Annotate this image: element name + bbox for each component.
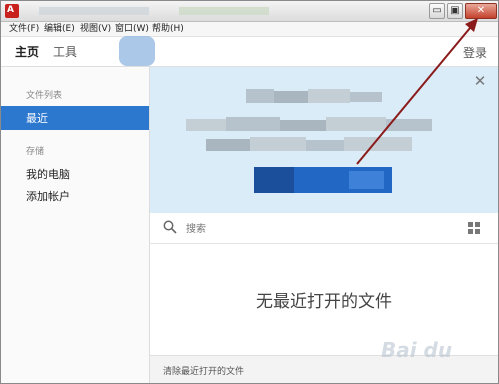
menu-edit[interactable]: 编辑(E) [44, 23, 75, 35]
search-input[interactable] [184, 219, 388, 239]
blurred-text [344, 137, 412, 151]
tab-bar: 主页 工具 登录 [1, 37, 498, 67]
blurred-text [186, 119, 226, 131]
sidebar-item-add-account[interactable]: 添加帐户 [26, 188, 70, 204]
title-bar: A ▭ ▣ ✕ [1, 1, 498, 22]
sidebar-item-recent[interactable]: 最近 [1, 106, 149, 130]
blurred-text [246, 89, 274, 103]
blurred-text [206, 139, 250, 151]
blurred-text [280, 120, 326, 131]
blurred-text [326, 117, 386, 131]
search-bar [150, 213, 498, 244]
blurred-text [306, 140, 344, 151]
file-list-heading: 文件列表 [26, 91, 63, 101]
promo-banner: ✕ [150, 67, 498, 213]
blurred-text [226, 117, 280, 131]
close-icon[interactable]: ✕ [472, 73, 488, 89]
clear-recent-link[interactable]: 清除最近打开的文件 [163, 364, 244, 377]
sidebar-item-my-computer[interactable]: 我的电脑 [26, 166, 70, 182]
grid-view-icon[interactable] [468, 222, 480, 234]
promo-button[interactable] [254, 167, 392, 193]
promo-button-segment [349, 171, 384, 189]
blurred-text [350, 92, 382, 102]
close-window-button[interactable]: ✕ [465, 3, 497, 19]
blurred-text [274, 91, 308, 103]
storage-heading: 存储 [26, 147, 45, 157]
tab-tools[interactable]: 工具 [53, 44, 77, 60]
restore-button[interactable]: ▣ [447, 3, 463, 19]
menu-view[interactable]: 视图(V) [80, 23, 111, 35]
sidebar-item-label: 最近 [26, 112, 48, 125]
search-icon [163, 220, 177, 234]
watermark-logo: Bai du [381, 338, 453, 362]
login-link[interactable]: 登录 [463, 44, 487, 61]
minimize-button[interactable]: ▭ [429, 3, 445, 19]
blurred-title-extra [179, 7, 269, 15]
blurred-overlay [119, 36, 155, 66]
menu-window[interactable]: 窗口(W) [115, 23, 149, 35]
sidebar: 文件列表 最近 存储 我的电脑 添加帐户 [1, 67, 150, 383]
promo-button-segment [254, 167, 294, 193]
blurred-text [250, 137, 306, 151]
app-window: A ▭ ▣ ✕ 文件(F) 编辑(E) 视图(V) 窗口(W) 帮助(H) 主页… [0, 0, 499, 384]
blurred-title [39, 7, 149, 15]
menu-help[interactable]: 帮助(H) [152, 23, 184, 35]
menu-file[interactable]: 文件(F) [9, 23, 39, 35]
blurred-text [308, 89, 350, 103]
empty-state-message: 无最近打开的文件 [256, 292, 392, 312]
blurred-text [386, 119, 432, 131]
app-logo-icon: A [5, 4, 19, 18]
menu-bar: 文件(F) 编辑(E) 视图(V) 窗口(W) 帮助(H) [1, 22, 498, 37]
tab-home[interactable]: 主页 [15, 44, 39, 60]
